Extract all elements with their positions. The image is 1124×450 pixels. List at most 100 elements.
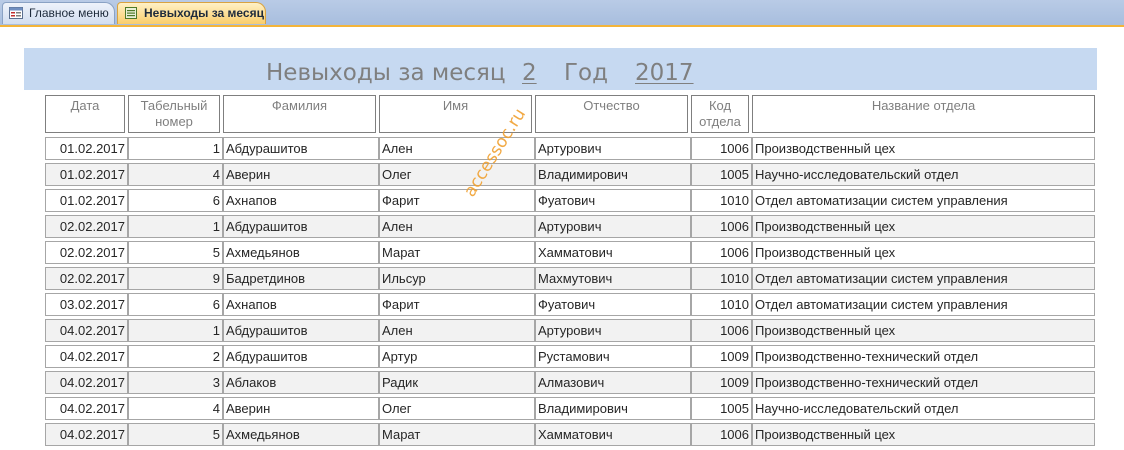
table-row: 04.02.2017 4 Аверин Олег Владимирович 10…: [0, 396, 1124, 422]
table-row: 04.02.2017 5 Ахмедьянов Марат Хамматович…: [0, 422, 1124, 448]
cell-last-name: Абдурашитов: [223, 319, 379, 342]
table-row: 02.02.2017 5 Ахмедьянов Марат Хамматович…: [0, 240, 1124, 266]
cell-date: 01.02.2017: [45, 137, 128, 160]
cell-date: 02.02.2017: [45, 267, 128, 290]
cell-date: 03.02.2017: [45, 293, 128, 316]
cell-dept-code: 1010: [691, 189, 752, 212]
cell-dept-code: 1006: [691, 215, 752, 238]
year-label: Год: [564, 60, 609, 86]
cell-last-name: Аблаков: [223, 371, 379, 394]
cell-middle-name: Владимирович: [535, 397, 691, 420]
cell-first-name: Марат: [379, 241, 535, 264]
cell-dept-code: 1009: [691, 345, 752, 368]
cell-tab-number: 1: [128, 215, 223, 238]
cell-first-name: Ален: [379, 215, 535, 238]
cell-dept-name: Научно-исследовательский отдел: [752, 397, 1095, 420]
cell-last-name: Абдурашитов: [223, 215, 379, 238]
table-row: 04.02.2017 1 Абдурашитов Ален Артурович …: [0, 318, 1124, 344]
cell-last-name: Ахмедьянов: [223, 241, 379, 264]
table-row: 04.02.2017 3 Аблаков Радик Алмазович 100…: [0, 370, 1124, 396]
cell-last-name: Аверин: [223, 163, 379, 186]
tab-absences-report[interactable]: Невыходы за месяц: [117, 2, 266, 24]
cell-dept-code: 1005: [691, 397, 752, 420]
column-header-middle-name: Отчество: [535, 95, 688, 133]
cell-dept-code: 1006: [691, 241, 752, 264]
cell-dept-name: Производственный цех: [752, 215, 1095, 238]
cell-tab-number: 4: [128, 163, 223, 186]
table-row: 01.02.2017 6 Ахнапов Фарит Фуатович 1010…: [0, 188, 1124, 214]
cell-dept-code: 1006: [691, 137, 752, 160]
cell-tab-number: 1: [128, 319, 223, 342]
form-icon: [9, 7, 23, 19]
cell-tab-number: 6: [128, 189, 223, 212]
year-value: 2017: [635, 60, 694, 86]
column-header-dept-code: Код отдела: [691, 95, 749, 133]
cell-middle-name: Фуатович: [535, 293, 691, 316]
cell-date: 01.02.2017: [45, 163, 128, 186]
table-row: 02.02.2017 1 Абдурашитов Ален Артурович …: [0, 214, 1124, 240]
cell-tab-number: 4: [128, 397, 223, 420]
column-header-last-name: Фамилия: [223, 95, 376, 133]
cell-dept-code: 1005: [691, 163, 752, 186]
cell-date: 04.02.2017: [45, 345, 128, 368]
cell-dept-code: 1006: [691, 423, 752, 446]
cell-date: 02.02.2017: [45, 241, 128, 264]
cell-last-name: Ахмедьянов: [223, 423, 379, 446]
table-row: 01.02.2017 4 Аверин Олег Владимирович 10…: [0, 162, 1124, 188]
cell-first-name: Фарит: [379, 189, 535, 212]
cell-dept-code: 1010: [691, 267, 752, 290]
cell-tab-number: 5: [128, 241, 223, 264]
cell-last-name: Абдурашитов: [223, 345, 379, 368]
table-row: 01.02.2017 1 Абдурашитов Ален Артурович …: [0, 136, 1124, 162]
cell-last-name: Ахнапов: [223, 293, 379, 316]
cell-middle-name: Хамматович: [535, 423, 691, 446]
cell-first-name: Ильсур: [379, 267, 535, 290]
table-row: 04.02.2017 2 Абдурашитов Артур Рустамови…: [0, 344, 1124, 370]
cell-middle-name: Артурович: [535, 319, 691, 342]
cell-dept-name: Производственный цех: [752, 423, 1095, 446]
month-value: 2: [522, 60, 537, 86]
cell-dept-name: Научно-исследовательский отдел: [752, 163, 1095, 186]
cell-dept-code: 1009: [691, 371, 752, 394]
cell-middle-name: Фуатович: [535, 189, 691, 212]
report-title: Невыходы за месяц: [266, 60, 506, 86]
cell-tab-number: 1: [128, 137, 223, 160]
tab-strip: Главное меню Невыходы за месяц: [0, 0, 1124, 27]
cell-first-name: Радик: [379, 371, 535, 394]
cell-dept-name: Отдел автоматизации систем управления: [752, 189, 1095, 212]
cell-middle-name: Хамматович: [535, 241, 691, 264]
cell-first-name: Олег: [379, 397, 535, 420]
cell-middle-name: Махмутович: [535, 267, 691, 290]
report-icon: [125, 7, 137, 19]
tab-main-menu[interactable]: Главное меню: [2, 2, 115, 24]
cell-last-name: Ахнапов: [223, 189, 379, 212]
cell-tab-number: 3: [128, 371, 223, 394]
cell-middle-name: Алмазович: [535, 371, 691, 394]
cell-dept-name: Производственный цех: [752, 137, 1095, 160]
cell-dept-name: Отдел автоматизации систем управления: [752, 267, 1095, 290]
cell-dept-name: Производственно-технический отдел: [752, 345, 1095, 368]
cell-date: 04.02.2017: [45, 371, 128, 394]
cell-date: 04.02.2017: [45, 423, 128, 446]
cell-dept-name: Отдел автоматизации систем управления: [752, 293, 1095, 316]
cell-dept-name: Производственно-технический отдел: [752, 371, 1095, 394]
cell-date: 02.02.2017: [45, 215, 128, 238]
cell-dept-code: 1010: [691, 293, 752, 316]
cell-first-name: Фарит: [379, 293, 535, 316]
tab-label: Невыходы за месяц: [144, 6, 264, 20]
cell-middle-name: Артурович: [535, 215, 691, 238]
cell-tab-number: 5: [128, 423, 223, 446]
cell-tab-number: 6: [128, 293, 223, 316]
cell-date: 01.02.2017: [45, 189, 128, 212]
column-header-date: Дата: [45, 95, 125, 133]
cell-first-name: Олег: [379, 163, 535, 186]
cell-dept-name: Производственный цех: [752, 241, 1095, 264]
cell-first-name: Артур: [379, 345, 535, 368]
cell-dept-name: Производственный цех: [752, 319, 1095, 342]
cell-last-name: Бадретдинов: [223, 267, 379, 290]
cell-middle-name: Артурович: [535, 137, 691, 160]
cell-date: 04.02.2017: [45, 397, 128, 420]
table-row: 02.02.2017 9 Бадретдинов Ильсур Махмутов…: [0, 266, 1124, 292]
cell-middle-name: Владимирович: [535, 163, 691, 186]
cell-last-name: Аверин: [223, 397, 379, 420]
